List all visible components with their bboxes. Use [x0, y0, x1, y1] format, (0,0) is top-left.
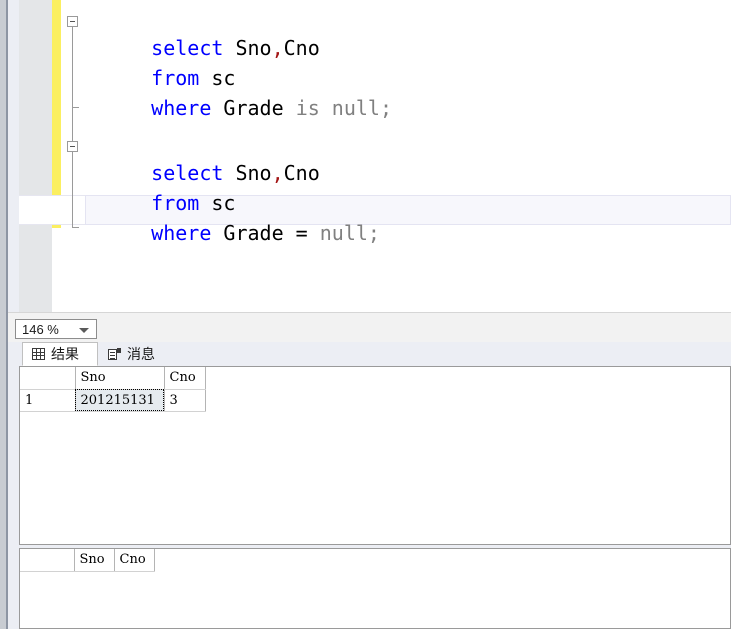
- sql-keyword: where: [151, 96, 212, 120]
- sql-null-literal: null;: [319, 221, 380, 245]
- column-header-cno[interactable]: Cno: [164, 367, 206, 390]
- results-tabstrip: 结果 消息: [8, 342, 731, 366]
- sql-editor-pane[interactable]: select Sno,Cno from sc where Grade is nu…: [19, 0, 731, 312]
- sql-identifier: Grade =: [211, 221, 320, 245]
- cell-sno[interactable]: 201215131: [75, 389, 165, 412]
- zoom-level-combobox[interactable]: 146 %: [15, 319, 97, 339]
- column-header-rownum[interactable]: [20, 549, 75, 572]
- fold-endmark-block-1: [72, 107, 79, 108]
- sql-identifier: Cno: [283, 161, 320, 185]
- code-line-7[interactable]: where Grade = null;: [103, 188, 380, 278]
- result-grid-1[interactable]: Sno Cno 1 201215131 3: [20, 367, 206, 412]
- grid-icon: [32, 348, 45, 360]
- sql-punctuation: ,: [271, 161, 284, 185]
- sql-punctuation: ,: [271, 36, 284, 60]
- column-header-sno[interactable]: Sno: [74, 549, 115, 572]
- table-header-row: Sno Cno: [20, 549, 155, 572]
- result-grid-1-pane[interactable]: Sno Cno 1 201215131 3: [19, 366, 731, 545]
- fold-guideline-block-2: [72, 152, 73, 228]
- fold-guideline-block-1: [72, 27, 73, 108]
- tab-messages[interactable]: 消息: [98, 342, 176, 366]
- cell-cno[interactable]: 3: [164, 389, 206, 412]
- editor-status-strip: 146 %: [8, 312, 731, 342]
- sql-identifier: Sno: [235, 161, 272, 185]
- tab-messages-label: 消息: [127, 346, 155, 362]
- column-header-cno[interactable]: Cno: [114, 549, 155, 572]
- sql-keyword: where: [151, 221, 212, 245]
- sql-identifier: Grade: [211, 96, 296, 120]
- zoom-level-value: 146 %: [22, 322, 59, 337]
- table-header-row: Sno Cno: [20, 367, 206, 390]
- row-number-cell[interactable]: 1: [20, 389, 76, 412]
- tab-results[interactable]: 结果: [22, 342, 98, 366]
- editor-line-number-gutter: [19, 0, 52, 312]
- result-grid-2-pane[interactable]: Sno Cno: [19, 548, 731, 629]
- fold-toggle-block-2[interactable]: [67, 141, 78, 152]
- sql-identifier: Cno: [283, 36, 320, 60]
- tab-results-label: 结果: [51, 346, 79, 362]
- chevron-down-icon[interactable]: [79, 328, 89, 333]
- sql-identifier: Sno: [235, 36, 272, 60]
- editor-change-indicator-bar: [52, 0, 61, 228]
- fold-toggle-block-1[interactable]: [67, 16, 78, 27]
- result-grid-2[interactable]: Sno Cno: [20, 549, 155, 572]
- column-header-sno[interactable]: Sno: [75, 367, 165, 390]
- column-header-rownum[interactable]: [20, 367, 76, 390]
- message-icon: [108, 347, 121, 361]
- fold-endmark-block-2: [72, 227, 79, 228]
- editor-outlining-column: [61, 0, 85, 312]
- sql-null-literal: is null;: [295, 96, 393, 120]
- table-row[interactable]: 1 201215131 3: [20, 389, 206, 412]
